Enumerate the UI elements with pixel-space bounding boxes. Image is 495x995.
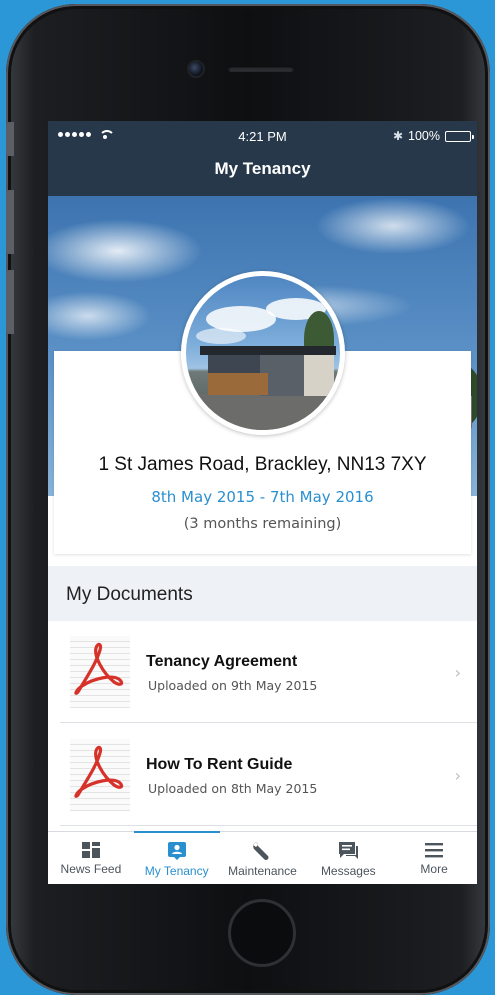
tab-label: My Tenancy: [144, 864, 209, 878]
document-row[interactable]: How To Rent Guide Uploaded on 8th May 20…: [60, 724, 477, 826]
chevron-right-icon: ›: [454, 766, 461, 785]
document-row[interactable]: Tenancy Agreement Uploaded on 9th May 20…: [60, 621, 477, 723]
tab-label: More: [420, 862, 448, 876]
battery-status: ✱ 100%: [392, 129, 474, 143]
menu-icon: [425, 843, 444, 858]
documents-header: My Documents: [48, 566, 477, 621]
tab-my-tenancy[interactable]: My Tenancy: [133, 831, 220, 884]
bluetooth-icon: ✱: [392, 129, 404, 143]
tenancy-remaining: (3 months remaining): [183, 516, 342, 532]
battery-percent: 100%: [408, 129, 440, 143]
tab-more[interactable]: More: [391, 832, 477, 884]
pdf-icon: [74, 745, 124, 798]
earpiece-speaker: [228, 66, 294, 72]
tab-news-feed[interactable]: News Feed: [48, 832, 134, 884]
tab-messages[interactable]: Messages: [305, 832, 391, 884]
wrench-icon: [253, 842, 269, 860]
property-address: 1 St James Road, Brackley, NN13 7XY: [98, 454, 427, 475]
tab-label: Maintenance: [228, 864, 297, 878]
battery-icon: [445, 130, 474, 142]
pdf-icon: [74, 642, 124, 695]
volume-down-button: [6, 270, 14, 334]
volume-up-button: [6, 190, 14, 254]
status-bar: 4:21 PM ✱ 100%: [48, 121, 477, 151]
tenancy-dates: 8th May 2015 - 7th May 2016: [151, 488, 374, 506]
app-screen: 4:21 PM ✱ 100% My Tenancy 1 St James Roa…: [48, 121, 477, 884]
front-camera: [189, 62, 203, 76]
page-title: My Tenancy: [48, 151, 477, 196]
news-feed-icon: [81, 842, 100, 858]
chevron-right-icon: ›: [454, 663, 461, 682]
tab-label: Messages: [320, 864, 376, 878]
tab-label: News Feed: [60, 862, 122, 876]
home-button[interactable]: [228, 899, 296, 967]
chat-icon: [339, 842, 359, 859]
document-title: How To Rent Guide: [146, 756, 293, 773]
phone-frame: 4:21 PM ✱ 100% My Tenancy 1 St James Roa…: [6, 4, 490, 995]
tenant-badge-icon: [167, 842, 186, 860]
tab-maintenance[interactable]: Maintenance: [220, 832, 306, 884]
document-upload-date: Uploaded on 8th May 2015: [148, 781, 318, 796]
tab-bar: News Feed My Tenancy Maintenance Message…: [48, 831, 477, 884]
document-title: Tenancy Agreement: [146, 653, 298, 670]
property-photo: [181, 271, 345, 435]
mute-switch: [6, 122, 14, 156]
document-upload-date: Uploaded on 9th May 2015: [148, 678, 318, 693]
